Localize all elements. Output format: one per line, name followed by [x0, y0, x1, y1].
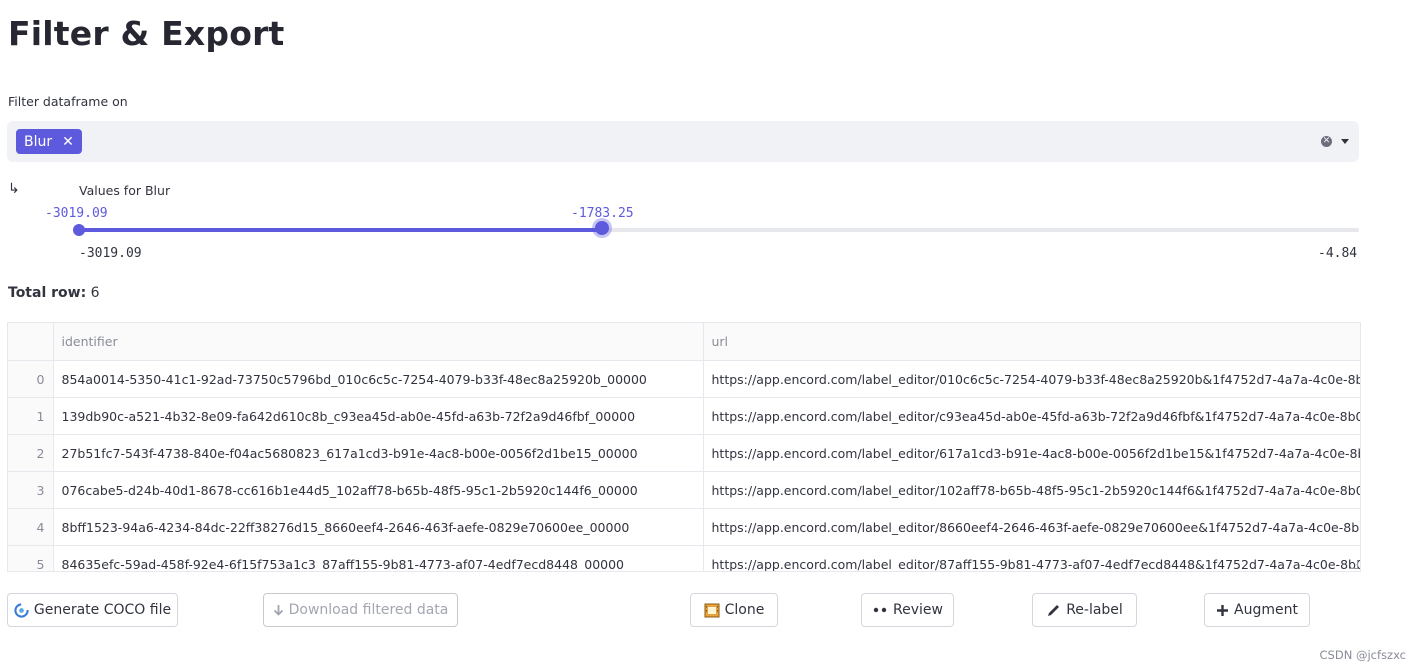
cell-url[interactable]: https://app.encord.com/label_editor/87af…: [703, 545, 1360, 571]
row-index: 1: [8, 397, 54, 435]
download-arrow-icon: [273, 604, 284, 617]
filter-chip-blur: Blur ✕: [16, 129, 82, 154]
row-index: 4: [8, 508, 54, 546]
cell-identifier[interactable]: 076cabe5-d24b-40d1-8678-cc616b1e44d5_102…: [53, 471, 704, 509]
refresh-swirl-icon: [14, 602, 29, 618]
watermark-text: CSDN @jcfszxc: [1319, 648, 1406, 662]
filter-label: Filter dataframe on: [8, 94, 128, 109]
slider-range-max: -4.84: [1318, 246, 1358, 261]
cell-url[interactable]: https://app.encord.com/label_editor/8660…: [703, 508, 1360, 546]
review-button[interactable]: Review: [861, 593, 954, 627]
clear-all-icon[interactable]: ✕: [1321, 136, 1332, 147]
clone-label: Clone: [724, 602, 765, 618]
total-row-label: Total row:: [8, 285, 87, 301]
indent-arrow-icon: ↳: [8, 181, 20, 197]
cell-url[interactable]: https://app.encord.com/label_editor/617a…: [703, 434, 1360, 472]
total-row-value: 6: [90, 285, 100, 301]
plus-icon: [1216, 604, 1229, 617]
generate-coco-label: Generate COCO file: [33, 602, 172, 618]
slider-range-min: -3019.09: [79, 246, 142, 261]
table-row[interactable]: 5 84635efc-59ad-458f-92e4-6f15f753a1c3_8…: [8, 545, 1360, 571]
cell-identifier[interactable]: 8bff1523-94a6-4234-84dc-22ff38276d15_866…: [53, 508, 704, 546]
table-row[interactable]: 3 076cabe5-d24b-40d1-8678-cc616b1e44d5_1…: [8, 471, 1360, 509]
slider-max-handle[interactable]: [595, 221, 609, 235]
download-filtered-button[interactable]: Download filtered data: [263, 593, 458, 627]
download-filtered-label: Download filtered data: [288, 602, 449, 618]
table-row[interactable]: 1 139db90c-a521-4b32-8e09-fa642d610c8b_c…: [8, 397, 1360, 435]
slider-min-handle[interactable]: [73, 224, 85, 236]
cell-url[interactable]: https://app.encord.com/label_editor/010c…: [703, 360, 1360, 398]
column-header-identifier[interactable]: identifier: [53, 323, 704, 361]
row-index: 5: [8, 545, 54, 571]
cell-identifier[interactable]: 139db90c-a521-4b32-8e09-fa642d610c8b_c93…: [53, 397, 704, 435]
clone-button[interactable]: Clone: [690, 593, 778, 627]
filter-multiselect[interactable]: Blur ✕ ✕: [7, 121, 1359, 162]
review-label: Review: [893, 602, 943, 618]
cell-identifier[interactable]: 27b51fc7-543f-4738-840e-f04ac5680823_617…: [53, 434, 704, 472]
row-index: 2: [8, 434, 54, 472]
cell-url[interactable]: https://app.encord.com/label_editor/c93e…: [703, 397, 1360, 435]
table-row[interactable]: 4 8bff1523-94a6-4234-84dc-22ff38276d15_8…: [8, 508, 1360, 546]
film-frames-icon: [704, 603, 720, 618]
slider-track-fill: [79, 228, 604, 232]
resize-handle-icon[interactable]: [1349, 560, 1358, 569]
chip-remove-icon[interactable]: ✕: [62, 134, 74, 150]
slider-selected-max: -1783.25: [571, 206, 634, 221]
total-row-text: Total row: 6: [8, 285, 100, 301]
slider-selected-min: -3019.09: [45, 206, 108, 221]
cell-identifier[interactable]: 84635efc-59ad-458f-92e4-6f15f753a1c3_87a…: [53, 545, 704, 571]
relabel-button[interactable]: Re-label: [1032, 593, 1137, 627]
index-column-header: [8, 323, 54, 361]
augment-button[interactable]: Augment: [1204, 593, 1310, 627]
row-index: 3: [8, 471, 54, 509]
eyes-icon: [872, 606, 888, 614]
column-header-url[interactable]: url: [703, 323, 1360, 361]
relabel-label: Re-label: [1066, 602, 1123, 618]
generate-coco-button[interactable]: Generate COCO file: [7, 593, 178, 627]
augment-label: Augment: [1234, 602, 1298, 618]
row-index: 0: [8, 360, 54, 398]
cell-identifier[interactable]: 854a0014-5350-41c1-92ad-73750c5796bd_010…: [53, 360, 704, 398]
pen-icon: [1046, 603, 1061, 618]
table-header-row: identifier url: [8, 323, 1360, 361]
table-row[interactable]: 2 27b51fc7-543f-4738-840e-f04ac5680823_6…: [8, 434, 1360, 472]
cell-url[interactable]: https://app.encord.com/label_editor/102a…: [703, 471, 1360, 509]
chip-label: Blur: [24, 133, 53, 150]
table-row[interactable]: 0 854a0014-5350-41c1-92ad-73750c5796bd_0…: [8, 360, 1360, 398]
page-title: Filter & Export: [8, 14, 285, 53]
slider-label: Values for Blur: [79, 183, 171, 198]
data-table[interactable]: identifier url 0 854a0014-5350-41c1-92ad…: [7, 322, 1361, 572]
chevron-down-icon[interactable]: [1341, 139, 1349, 144]
